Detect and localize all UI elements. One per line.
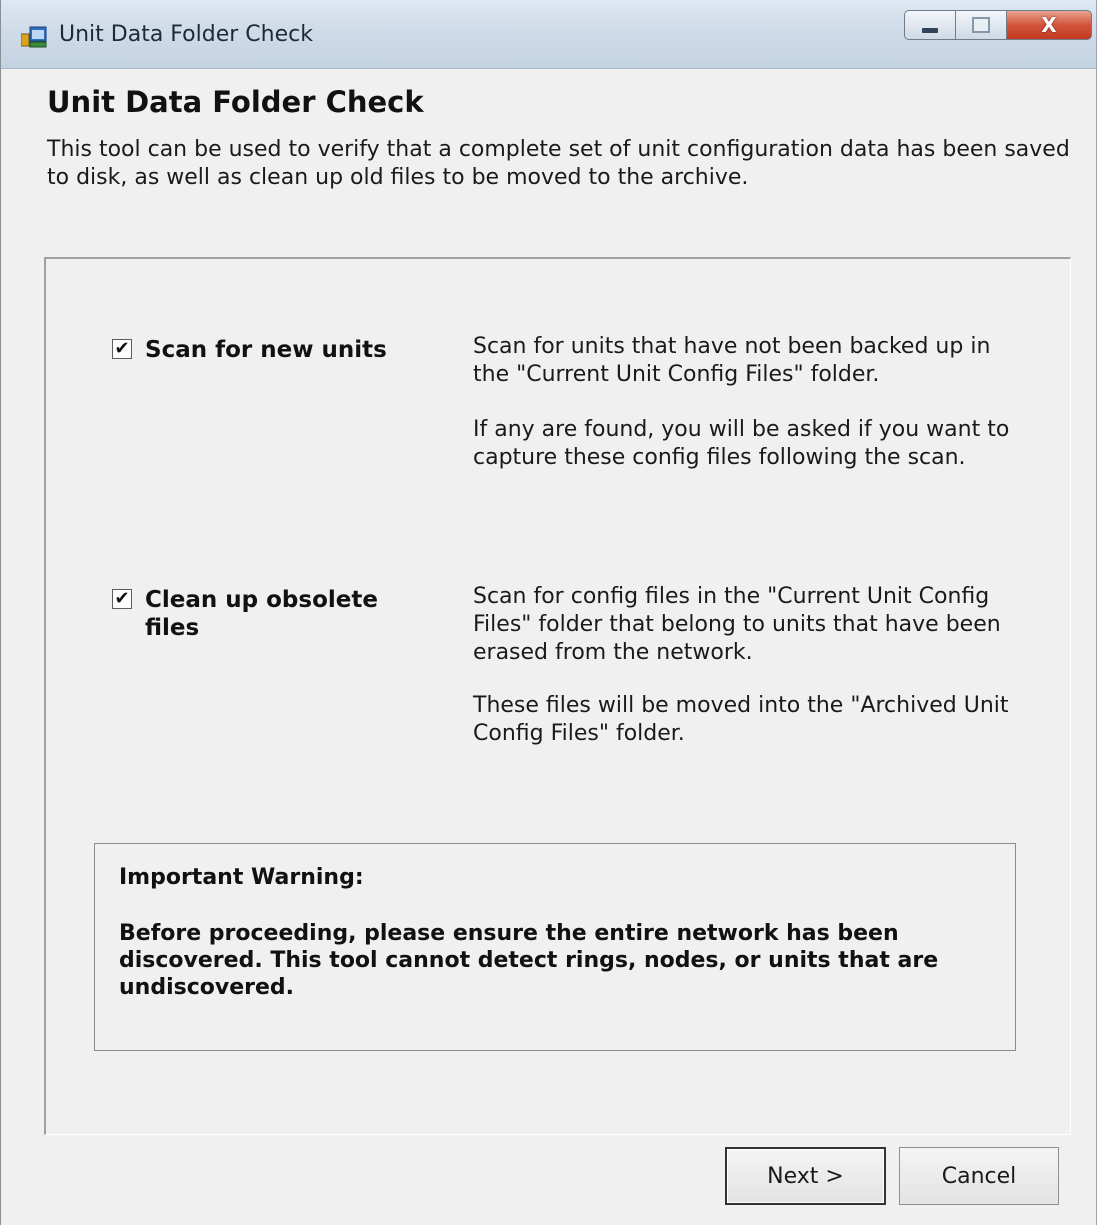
app-window-icon: [20, 26, 47, 48]
clean-obsolete-files-description-2: These files will be moved into the "Arch…: [473, 693, 1009, 746]
clean-obsolete-files-description-1: Scan for config files in the "Current Un…: [473, 584, 1001, 665]
minimize-icon: [922, 27, 938, 33]
cancel-button[interactable]: Cancel: [899, 1147, 1059, 1205]
maximize-icon: [972, 17, 990, 33]
clean-obsolete-files-label[interactable]: Clean up obsolete files: [145, 586, 395, 642]
window-title: Unit Data Folder Check: [59, 22, 313, 47]
title-bar[interactable]: Unit Data Folder Check X: [1, 0, 1096, 69]
warning-box: Important Warning: Before proceeding, pl…: [94, 843, 1016, 1051]
checkmark-icon: ✔: [114, 588, 130, 609]
close-icon: X: [1041, 13, 1057, 37]
scan-new-units-description-2: If any are found, you will be asked if y…: [473, 417, 1010, 470]
minimize-button[interactable]: [904, 10, 956, 40]
scan-new-units-description-1: Scan for units that have not been backed…: [473, 334, 991, 387]
warning-body: Before proceeding, please ensure the ent…: [119, 921, 939, 1000]
dialog-window: Unit Data Folder Check X Unit Data Folde…: [0, 0, 1097, 1225]
page-title: Unit Data Folder Check: [47, 85, 424, 119]
maximize-button[interactable]: [955, 10, 1007, 40]
scan-new-units-checkbox[interactable]: ✔: [112, 339, 132, 359]
scan-new-units-label[interactable]: Scan for new units: [145, 336, 387, 364]
close-button[interactable]: X: [1006, 10, 1092, 40]
checkmark-icon: ✔: [114, 338, 130, 359]
next-button[interactable]: Next >: [725, 1147, 886, 1205]
warning-title: Important Warning:: [119, 865, 364, 890]
clean-obsolete-files-checkbox[interactable]: ✔: [112, 589, 132, 609]
intro-text: This tool can be used to verify that a c…: [47, 137, 1070, 190]
